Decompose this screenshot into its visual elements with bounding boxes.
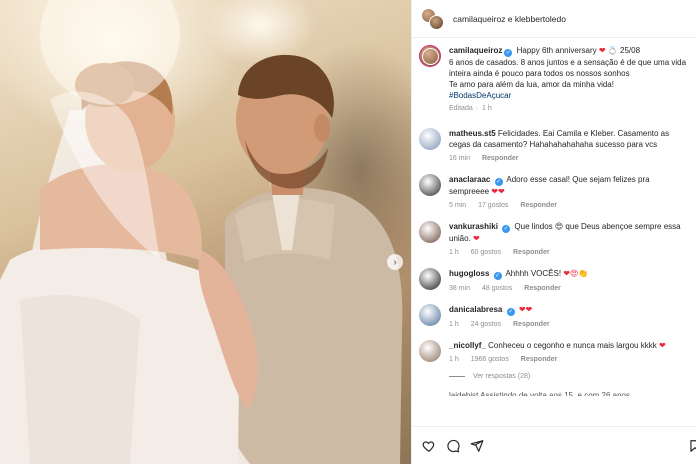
comment-emojis: ❤ [658,341,666,350]
comment-text: Conheceu o cegonho e nunca mais largou k… [488,341,657,350]
comment-meta: 5 min 17 gostos Responder [449,200,688,211]
collab-avatars[interactable] [421,7,445,30]
verified-badge-icon: ✓ [504,49,513,57]
comment-item: anaclaraac ✓ Adoro esse casal! Que sejam… [419,174,688,211]
avatar[interactable] [419,221,441,243]
caption-line2: 6 anos de casados. 8 anos juntos e a sen… [449,58,687,78]
avatar[interactable] [419,174,441,196]
reply-button[interactable]: Responder [524,285,561,292]
reply-button[interactable]: Responder [513,321,550,328]
caption-line3: Te amo para além da lua, amor da minha v… [449,80,614,89]
comment-likes[interactable]: 60 gostos [471,249,501,256]
avatar[interactable] [419,340,441,362]
comment-item: hugogloss ✓ Ahhhh VOCÊS! ❤😍👏 38 min 48 g… [419,268,688,294]
comment-text: Ahhhh VOCÊS! [505,269,562,278]
comment-emojis: ❤❤ [518,305,533,314]
post-photo[interactable]: › [0,0,411,464]
partial-comment: laidebist Assistindo de volta aos 15, e … [449,391,630,396]
view-replies-link[interactable]: Ver respostas (28) [449,373,688,380]
comment-item: danicalabresa ✓ ❤❤ 1 h 24 gostos Respond… [419,304,688,330]
avatar[interactable] [419,128,441,150]
verified-badge-icon: ✓ [493,272,502,280]
avatar[interactable] [419,268,441,290]
comment-meta: 1 h 24 gostos Responder [449,319,688,330]
comment-username[interactable]: _nicollyf_ [449,341,486,350]
reply-button[interactable]: Responder [520,202,557,209]
caption-meta: Editada · 1 h [449,105,492,112]
comment-item: matheus.st5 Felicidades. Eai Camila e Kl… [419,128,688,164]
heart-emoji-icon: ❤ [598,46,606,55]
comment-emojis: ❤😍👏 [563,269,589,278]
comment-username[interactable]: anaclaraac [449,175,490,184]
view-replies-label[interactable]: Ver respostas (28) [473,373,530,380]
verified-badge-icon: ✓ [506,308,515,316]
heart-outline-icon[interactable] [422,439,436,453]
verified-badge-icon: ✓ [502,225,511,233]
speech-bubble-icon[interactable] [446,439,460,453]
reply-button[interactable]: Responder [482,155,519,162]
caption: camilaqueiroz ✓ Happy 6th anniversary ❤ 💍… [419,45,688,114]
comments: matheus.st5 Felicidades. Eai Camila e Kl… [419,128,688,365]
chevron-right-icon[interactable]: › [387,254,403,270]
wedding-photo-illustration [0,0,403,464]
comment-time: 1 h [449,356,459,363]
divider [449,376,465,377]
comment-time: 16 min [449,155,471,162]
paper-plane-icon[interactable] [470,439,484,453]
post-authors[interactable]: camilaqueiroz e klebbertoledo [453,14,566,24]
comment-meta: 38 min 48 gostos Responder [449,283,688,294]
comment-likes[interactable]: 17 gostos [478,202,508,209]
post-actions [412,426,696,464]
edited-label: Editada [449,105,473,112]
comments-list[interactable]: camilaqueiroz ✓ Happy 6th anniversary ❤ 💍… [412,39,696,426]
comment-meta: 16 min Responder [449,153,688,164]
avatar [429,14,444,30]
caption-time: 1 h [482,105,492,112]
comment-likes[interactable]: 48 gostos [482,285,512,292]
hashtag-link[interactable]: #BodasDeAçucar [449,91,511,100]
comment-time: 5 min [449,202,467,209]
reply-button[interactable]: Responder [513,249,550,256]
avatar[interactable] [419,304,441,326]
comment-time: 1 h [449,321,459,328]
comment-item: vankurashiki ✓ Que lindos 😍 que Deus abe… [419,221,688,258]
comment-emojis: ❤❤ [491,187,505,196]
comment-time: 38 min [449,285,471,292]
bookmark-icon[interactable] [688,439,696,453]
comment-time: 1 h [449,249,459,256]
comment-likes[interactable]: 1966 gostos [471,356,509,363]
caption-username[interactable]: camilaqueiroz [449,46,502,55]
post-header: camilaqueiroz e klebbertoledo [412,0,696,38]
reply-button[interactable]: Responder [521,356,558,363]
comment-username[interactable]: hugogloss [449,269,489,278]
comment-meta: 1 h 60 gostos Responder [449,247,688,258]
comment-username[interactable]: vankurashiki [449,222,498,231]
comment-item: _nicollyf_ Conheceu o cegonho e nunca ma… [419,340,688,365]
comment-emojis: ❤ [473,234,480,243]
verified-badge-icon: ✓ [494,178,503,186]
post-sidebar: camilaqueiroz e klebbertoledo camilaquei… [411,0,696,464]
caption-line1-suffix: 25/08 [620,46,641,55]
ring-emoji-icon: 💍 [607,46,618,55]
caption-line1: Happy 6th anniversary [516,46,597,55]
comment-username[interactable]: matheus.st5 [449,129,496,138]
comment-username[interactable]: danicalabresa [449,305,502,314]
comment-meta: 1 h 1966 gostos Responder [449,354,688,365]
comment-likes[interactable]: 24 gostos [471,321,501,328]
avatar[interactable] [419,45,441,67]
